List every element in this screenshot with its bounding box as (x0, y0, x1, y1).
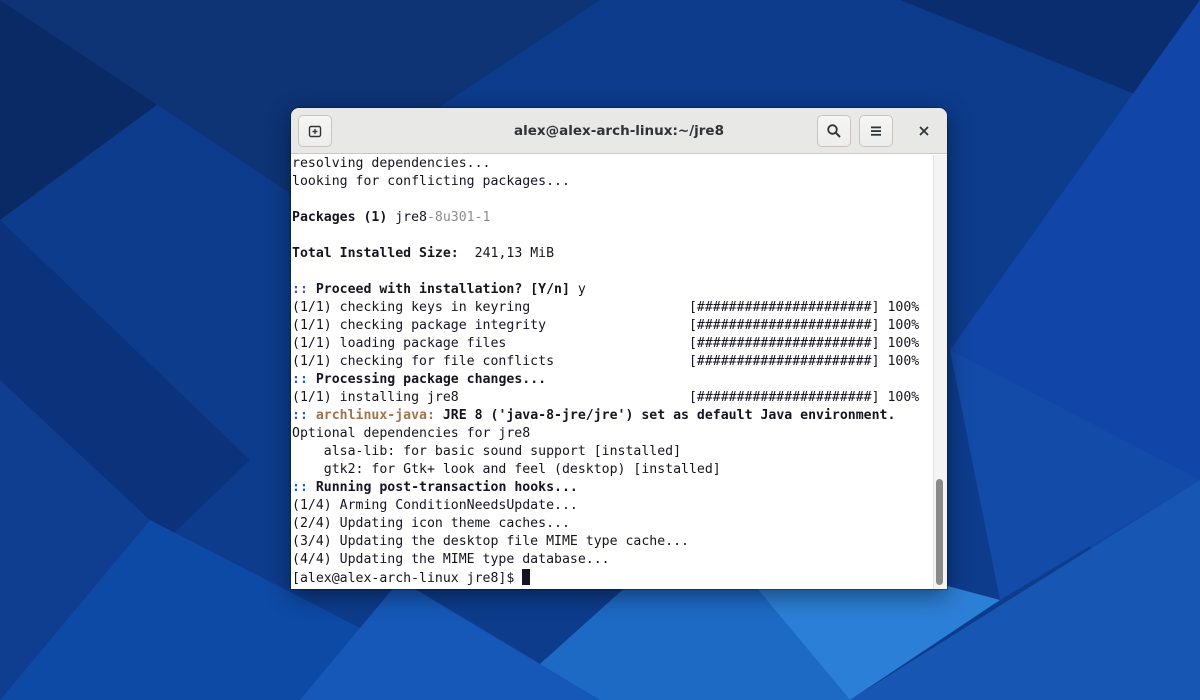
hook-line: :: archlinux-java: JRE 8 ('java-8-jre/jr… (291, 407, 933, 425)
processing-text: Processing package changes... (315, 372, 547, 387)
terminal-line: (4/4) Updating the MIME type database... (292, 552, 610, 567)
header-bar: alex@alex-arch-linux:~/jre8 (291, 108, 947, 154)
terminal-line: looking for conflicting packages... (292, 174, 570, 189)
hooks-line: :: Running post-transaction hooks... (291, 479, 933, 497)
progress-line: (1/1) checking package integrity [######… (292, 318, 920, 333)
running-hooks-text: Running post-transaction hooks... (315, 480, 578, 495)
terminal-line: (3/4) Updating the desktop file MIME typ… (292, 534, 689, 549)
terminal-line: (1/4) Arming ConditionNeedsUpdate... (292, 498, 578, 513)
hamburger-menu-icon (871, 126, 881, 136)
progress-line: (1/1) installing jre8 [#################… (292, 390, 920, 405)
search-icon (827, 124, 841, 138)
proceed-answer: y (569, 282, 586, 297)
close-icon (919, 126, 929, 136)
text-cursor (522, 569, 531, 585)
progress-line: (1/1) loading package files [###########… (292, 336, 920, 351)
search-button[interactable] (817, 115, 851, 147)
new-tab-icon (308, 125, 322, 138)
close-button[interactable] (909, 115, 939, 147)
prompt-marker: :: (292, 282, 316, 297)
prompt-marker: :: (292, 408, 316, 423)
package-name: jre8 (395, 210, 427, 225)
terminal-line: resolving dependencies... (292, 156, 491, 171)
packages-label: Packages (1) (292, 210, 396, 225)
shell-prompt-line[interactable]: [alex@alex-arch-linux jre8]$ (291, 569, 933, 587)
terminal-line: gtk2: for Gtk+ look and feel (desktop) [… (292, 462, 721, 477)
scrollbar-thumb[interactable] (936, 479, 943, 585)
terminal-line: (2/4) Updating icon theme caches... (292, 516, 570, 531)
new-tab-button[interactable] (298, 115, 332, 147)
prompt-marker: :: (292, 480, 316, 495)
total-size-value: 241,13 MiB (474, 246, 555, 261)
package-version: -8u301-1 (426, 210, 491, 225)
terminal-output[interactable]: resolving dependencies... looking for co… (291, 155, 933, 589)
total-size-label: Total Installed Size: (292, 246, 475, 261)
terminal-window: alex@alex-arch-linux:~/jre8 resolving de… (291, 108, 947, 589)
proceed-line: :: Proceed with installation? [Y/n] y (291, 281, 933, 299)
total-size-line: Total Installed Size: 241,13 MiB (291, 245, 933, 263)
hook-message: JRE 8 ('java-8-jre/jre') set as default … (434, 408, 896, 423)
main-menu-button[interactable] (859, 115, 893, 147)
prompt-marker: :: (292, 372, 316, 387)
processing-line: :: Processing package changes... (291, 371, 933, 389)
packages-line: Packages (1) jre8-8u301-1 (291, 209, 933, 227)
terminal-line: Optional dependencies for jre8 (292, 426, 531, 441)
shell-prompt: [alex@alex-arch-linux jre8]$ (292, 571, 523, 586)
proceed-question: Proceed with installation? [Y/n] (315, 282, 570, 297)
progress-line: (1/1) checking for file conflicts [#####… (292, 354, 920, 369)
window-title: alex@alex-arch-linux:~/jre8 (514, 123, 724, 139)
hook-name: archlinux-java: (315, 408, 435, 423)
progress-line: (1/1) checking keys in keyring [########… (292, 300, 920, 315)
terminal-line: alsa-lib: for basic sound support [insta… (292, 444, 682, 459)
